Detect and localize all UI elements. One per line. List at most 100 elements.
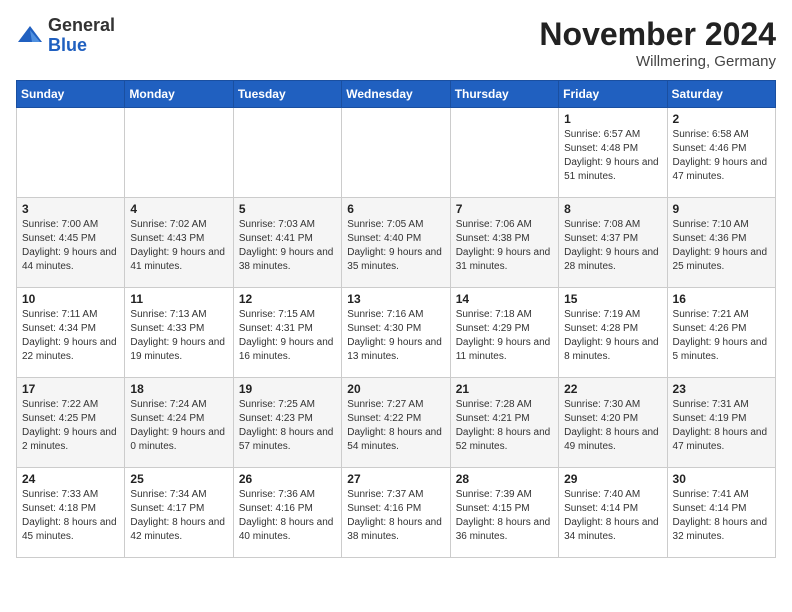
day-info: Sunrise: 7:00 AMSunset: 4:45 PMDaylight:… bbox=[22, 218, 119, 274]
day-info: Sunrise: 7:33 AMSunset: 4:18 PMDaylight:… bbox=[22, 488, 119, 544]
calendar-cell: 30 Sunrise: 7:41 AMSunset: 4:14 PMDayligh… bbox=[667, 468, 775, 558]
calendar-cell: 1 Sunrise: 6:57 AMSunset: 4:48 PMDaylight… bbox=[559, 108, 667, 198]
day-info: Sunrise: 7:41 AMSunset: 4:14 PMDaylight:… bbox=[673, 488, 770, 544]
calendar-cell: 27 Sunrise: 7:37 AMSunset: 4:16 PMDayligh… bbox=[342, 468, 450, 558]
calendar-table: SundayMondayTuesdayWednesdayThursdayFrid… bbox=[16, 80, 776, 558]
day-info: Sunrise: 7:06 AMSunset: 4:38 PMDaylight:… bbox=[456, 218, 553, 274]
calendar-cell: 23 Sunrise: 7:31 AMSunset: 4:19 PMDayligh… bbox=[667, 378, 775, 468]
calendar-cell: 19 Sunrise: 7:25 AMSunset: 4:23 PMDayligh… bbox=[233, 378, 341, 468]
column-header-saturday: Saturday bbox=[667, 81, 775, 108]
location: Willmering, Germany bbox=[539, 53, 776, 70]
day-number: 20 bbox=[347, 382, 444, 396]
calendar-cell: 24 Sunrise: 7:33 AMSunset: 4:18 PMDayligh… bbox=[17, 468, 125, 558]
logo-icon bbox=[16, 22, 44, 50]
calendar-cell bbox=[17, 108, 125, 198]
day-number: 5 bbox=[239, 202, 336, 216]
day-info: Sunrise: 7:16 AMSunset: 4:30 PMDaylight:… bbox=[347, 308, 444, 364]
day-number: 9 bbox=[673, 202, 770, 216]
day-number: 18 bbox=[130, 382, 227, 396]
day-number: 26 bbox=[239, 472, 336, 486]
day-number: 2 bbox=[673, 112, 770, 126]
calendar-cell: 2 Sunrise: 6:58 AMSunset: 4:46 PMDaylight… bbox=[667, 108, 775, 198]
header: General Blue November 2024 Willmering, G… bbox=[16, 16, 776, 70]
calendar-cell: 18 Sunrise: 7:24 AMSunset: 4:24 PMDayligh… bbox=[125, 378, 233, 468]
day-number: 16 bbox=[673, 292, 770, 306]
calendar-cell: 14 Sunrise: 7:18 AMSunset: 4:29 PMDayligh… bbox=[450, 288, 558, 378]
calendar-cell: 17 Sunrise: 7:22 AMSunset: 4:25 PMDayligh… bbox=[17, 378, 125, 468]
calendar-cell: 28Sunrise: 7:39 AMSunset: 4:15 PMDayligh… bbox=[450, 468, 558, 558]
calendar-cell: 9 Sunrise: 7:10 AMSunset: 4:36 PMDaylight… bbox=[667, 198, 775, 288]
calendar-cell: 26 Sunrise: 7:36 AMSunset: 4:16 PMDayligh… bbox=[233, 468, 341, 558]
day-info: Sunrise: 7:03 AMSunset: 4:41 PMDaylight:… bbox=[239, 218, 336, 274]
calendar-cell: 7 Sunrise: 7:06 AMSunset: 4:38 PMDaylight… bbox=[450, 198, 558, 288]
day-info: Sunrise: 7:24 AMSunset: 4:24 PMDaylight:… bbox=[130, 398, 227, 454]
day-info: Sunrise: 7:27 AMSunset: 4:22 PMDaylight:… bbox=[347, 398, 444, 454]
calendar-cell: 13 Sunrise: 7:16 AMSunset: 4:30 PMDayligh… bbox=[342, 288, 450, 378]
day-info: Sunrise: 7:21 AMSunset: 4:26 PMDaylight:… bbox=[673, 308, 770, 364]
calendar-cell: 22 Sunrise: 7:30 AMSunset: 4:20 PMDayligh… bbox=[559, 378, 667, 468]
column-header-friday: Friday bbox=[559, 81, 667, 108]
calendar-cell: 20 Sunrise: 7:27 AMSunset: 4:22 PMDayligh… bbox=[342, 378, 450, 468]
calendar-cell: 3 Sunrise: 7:00 AMSunset: 4:45 PMDaylight… bbox=[17, 198, 125, 288]
day-number: 11 bbox=[130, 292, 227, 306]
month-title: November 2024 bbox=[539, 16, 776, 53]
calendar-cell bbox=[342, 108, 450, 198]
column-header-tuesday: Tuesday bbox=[233, 81, 341, 108]
day-number: 4 bbox=[130, 202, 227, 216]
day-info: Sunrise: 7:13 AMSunset: 4:33 PMDaylight:… bbox=[130, 308, 227, 364]
day-info: Sunrise: 7:19 AMSunset: 4:28 PMDaylight:… bbox=[564, 308, 661, 364]
day-number: 12 bbox=[239, 292, 336, 306]
day-number: 17 bbox=[22, 382, 119, 396]
day-info: Sunrise: 6:58 AMSunset: 4:46 PMDaylight:… bbox=[673, 128, 770, 184]
day-info: Sunrise: 7:28 AMSunset: 4:21 PMDaylight:… bbox=[456, 398, 553, 454]
day-info: Sunrise: 7:18 AMSunset: 4:29 PMDaylight:… bbox=[456, 308, 553, 364]
day-number: 30 bbox=[673, 472, 770, 486]
calendar-cell: 5 Sunrise: 7:03 AMSunset: 4:41 PMDaylight… bbox=[233, 198, 341, 288]
calendar-cell: 8 Sunrise: 7:08 AMSunset: 4:37 PMDaylight… bbox=[559, 198, 667, 288]
day-number: 23 bbox=[673, 382, 770, 396]
day-number: 13 bbox=[347, 292, 444, 306]
day-info: Sunrise: 7:05 AMSunset: 4:40 PMDaylight:… bbox=[347, 218, 444, 274]
calendar-cell bbox=[233, 108, 341, 198]
day-info: Sunrise: 7:37 AMSunset: 4:16 PMDaylight:… bbox=[347, 488, 444, 544]
calendar-cell bbox=[450, 108, 558, 198]
day-info: Sunrise: 7:10 AMSunset: 4:36 PMDaylight:… bbox=[673, 218, 770, 274]
day-info: Sunrise: 7:36 AMSunset: 4:16 PMDaylight:… bbox=[239, 488, 336, 544]
day-info: Sunrise: 7:11 AMSunset: 4:34 PMDaylight:… bbox=[22, 308, 119, 364]
calendar-cell: 6 Sunrise: 7:05 AMSunset: 4:40 PMDaylight… bbox=[342, 198, 450, 288]
day-number: 6 bbox=[347, 202, 444, 216]
day-info: Sunrise: 7:34 AMSunset: 4:17 PMDaylight:… bbox=[130, 488, 227, 544]
day-info: Sunrise: 7:02 AMSunset: 4:43 PMDaylight:… bbox=[130, 218, 227, 274]
day-number: 3 bbox=[22, 202, 119, 216]
calendar-cell: 10Sunrise: 7:11 AMSunset: 4:34 PMDayligh… bbox=[17, 288, 125, 378]
column-header-sunday: Sunday bbox=[17, 81, 125, 108]
calendar-cell: 11 Sunrise: 7:13 AMSunset: 4:33 PMDayligh… bbox=[125, 288, 233, 378]
day-number: 29 bbox=[564, 472, 661, 486]
day-info: Sunrise: 7:22 AMSunset: 4:25 PMDaylight:… bbox=[22, 398, 119, 454]
day-number: 7 bbox=[456, 202, 553, 216]
day-number: 28 bbox=[456, 472, 553, 486]
day-number: 8 bbox=[564, 202, 661, 216]
day-number: 15 bbox=[564, 292, 661, 306]
day-number: 21 bbox=[456, 382, 553, 396]
column-header-thursday: Thursday bbox=[450, 81, 558, 108]
day-number: 19 bbox=[239, 382, 336, 396]
logo: General Blue bbox=[16, 16, 115, 56]
day-number: 27 bbox=[347, 472, 444, 486]
title-area: November 2024 Willmering, Germany bbox=[539, 16, 776, 70]
day-info: Sunrise: 7:15 AMSunset: 4:31 PMDaylight:… bbox=[239, 308, 336, 364]
day-number: 22 bbox=[564, 382, 661, 396]
calendar-cell: 29Sunrise: 7:40 AMSunset: 4:14 PMDayligh… bbox=[559, 468, 667, 558]
day-number: 14 bbox=[456, 292, 553, 306]
calendar-cell: 21 Sunrise: 7:28 AMSunset: 4:21 PMDayligh… bbox=[450, 378, 558, 468]
day-info: Sunrise: 7:25 AMSunset: 4:23 PMDaylight:… bbox=[239, 398, 336, 454]
day-number: 24 bbox=[22, 472, 119, 486]
calendar-cell bbox=[125, 108, 233, 198]
day-info: Sunrise: 7:08 AMSunset: 4:37 PMDaylight:… bbox=[564, 218, 661, 274]
day-info: Sunrise: 7:30 AMSunset: 4:20 PMDaylight:… bbox=[564, 398, 661, 454]
day-number: 1 bbox=[564, 112, 661, 126]
day-number: 25 bbox=[130, 472, 227, 486]
column-header-monday: Monday bbox=[125, 81, 233, 108]
day-info: Sunrise: 7:31 AMSunset: 4:19 PMDaylight:… bbox=[673, 398, 770, 454]
day-info: Sunrise: 6:57 AMSunset: 4:48 PMDaylight:… bbox=[564, 128, 661, 184]
